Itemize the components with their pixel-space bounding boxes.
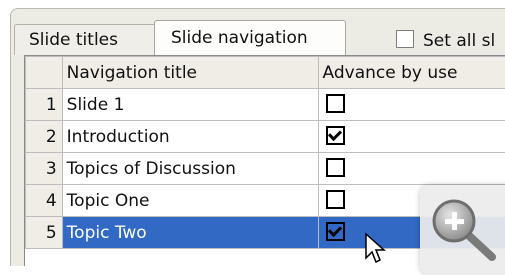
tab-slide-navigation-label: Slide navigation xyxy=(171,28,308,48)
grid-corner-cell xyxy=(26,57,63,89)
row-number-cell[interactable]: 5 xyxy=(26,217,63,249)
navigation-title-cell[interactable]: Topic One xyxy=(62,185,318,217)
tab-slide-navigation[interactable]: Slide navigation xyxy=(154,20,346,55)
advance-checkbox[interactable] xyxy=(326,94,345,113)
table-row[interactable]: 3Topics of Discussion xyxy=(26,153,505,185)
magnifier-plus-icon[interactable] xyxy=(426,191,505,271)
tab-slide-titles-label: Slide titles xyxy=(29,30,118,50)
row-number-cell[interactable]: 1 xyxy=(26,89,63,121)
row-number-cell[interactable]: 4 xyxy=(26,185,63,217)
tab-slide-titles[interactable]: Slide titles xyxy=(14,24,164,55)
advance-cell xyxy=(318,89,505,121)
column-header-advance[interactable]: Advance by use xyxy=(318,57,505,89)
advance-cell xyxy=(318,121,505,153)
advance-checkbox[interactable] xyxy=(326,158,345,177)
set-all-checkbox[interactable]: Set all sl xyxy=(396,30,495,51)
table-row[interactable]: 1Slide 1 xyxy=(26,89,505,121)
navigation-title-cell[interactable]: Introduction xyxy=(62,121,318,153)
arrow-cursor-icon xyxy=(364,232,390,266)
navigation-title-cell[interactable]: Topics of Discussion xyxy=(62,153,318,185)
advance-checkbox[interactable] xyxy=(326,222,345,241)
table-row[interactable]: 2Introduction xyxy=(26,121,505,153)
zoom-overlay[interactable] xyxy=(420,185,505,275)
row-number-cell[interactable]: 3 xyxy=(26,153,63,185)
set-all-label: Set all sl xyxy=(423,31,495,51)
advance-checkbox[interactable] xyxy=(326,126,345,145)
advance-cell xyxy=(318,153,505,185)
navigation-title-cell[interactable]: Slide 1 xyxy=(62,89,318,121)
advance-checkbox[interactable] xyxy=(326,190,345,209)
set-all-checkbox-box[interactable] xyxy=(396,30,414,48)
row-number-cell[interactable]: 2 xyxy=(26,121,63,153)
navigation-title-cell[interactable]: Topic Two xyxy=(62,217,318,249)
column-header-navigation-title[interactable]: Navigation title xyxy=(62,57,318,89)
